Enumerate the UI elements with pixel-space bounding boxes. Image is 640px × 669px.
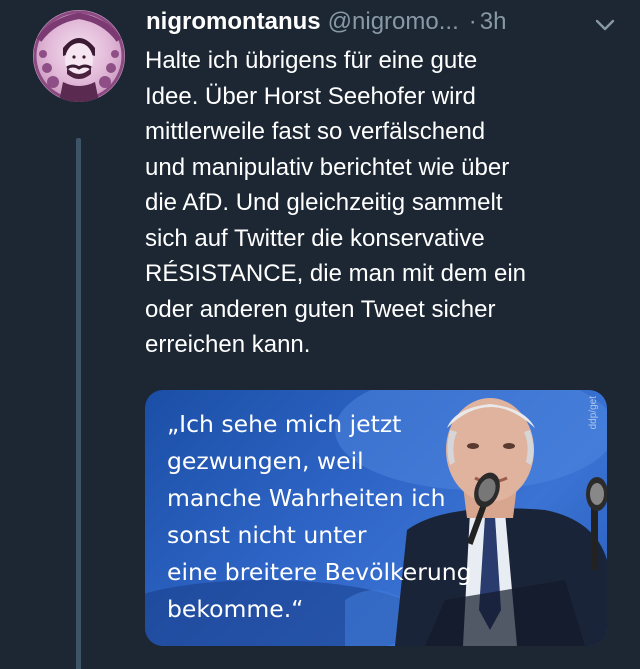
image-quote: „Ich sehe mich jetzt gezwungen, weil man… bbox=[167, 406, 472, 628]
display-name[interactable]: nigromontanus bbox=[146, 8, 321, 36]
separator-dot: · bbox=[468, 8, 477, 35]
avatar[interactable] bbox=[33, 10, 125, 102]
quote-line: manche Wahrheiten ich bbox=[167, 484, 446, 512]
tweet-text-line: Idee. Über Horst Seehofer wird bbox=[145, 82, 476, 110]
tweet-text-line: mittlerweile fast so verfälschend bbox=[145, 118, 486, 145]
quote-line: eine breitere Bevölkerung bbox=[167, 558, 472, 586]
quote-line: gezwungen, weil bbox=[167, 447, 364, 475]
media-image[interactable]: „Ich sehe mich jetzt gezwungen, weil man… bbox=[145, 390, 607, 646]
tweet-text-line: erreichen kann. bbox=[145, 331, 311, 358]
user-handle[interactable]: @nigromo... bbox=[328, 8, 459, 36]
tweet-text-line: Halte ich übrigens für eine gute bbox=[145, 47, 478, 74]
timestamp[interactable]: 3h bbox=[480, 8, 507, 36]
tweet-text-line: sich auf Twitter die konservative bbox=[145, 224, 485, 252]
quote-line: sonst nicht unter bbox=[167, 521, 367, 549]
tweet[interactable]: nigromontanus @nigromo... · 3h Halte ich… bbox=[0, 0, 640, 669]
tweet-text-line: RÉSISTANCE, die man mit dem ein bbox=[145, 260, 527, 287]
photo-watermark: ddp/get bbox=[588, 396, 599, 430]
tweet-text-line: und manipulativ berichtet wie über bbox=[145, 153, 510, 181]
tweet-header: nigromontanus @nigromo... · 3h bbox=[146, 8, 620, 38]
quote-line: „Ich sehe mich jetzt bbox=[167, 410, 402, 438]
quote-line: bekomme.“ bbox=[167, 595, 304, 623]
thread-line bbox=[76, 138, 81, 669]
chevron-down-icon[interactable] bbox=[592, 12, 618, 38]
tweet-text-line: oder anderen guten Tweet sicher bbox=[145, 295, 496, 323]
tweet-text: Halte ich übrigens für eine gute Idee. Ü… bbox=[145, 43, 620, 363]
tweet-text-line: die AfD. Und gleichzeitig sammelt bbox=[145, 189, 503, 216]
